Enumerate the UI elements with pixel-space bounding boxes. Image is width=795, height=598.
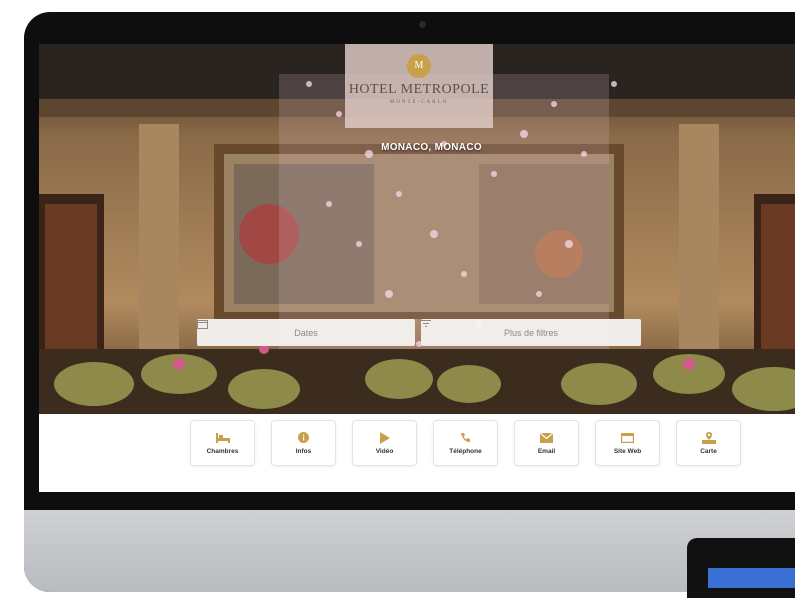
monitor-bezel: M HOTEL METROPOLE MONTE-CARLO MONACO, MO… [24,12,795,592]
more-filters-label: Plus de filtres [503,327,559,338]
map-label: Carte [700,447,717,455]
calendar-icon [197,320,208,329]
video-label: Vidéo [375,447,394,455]
phone-button[interactable]: Téléphone [433,420,498,466]
website-icon [621,432,635,444]
map-icon [701,431,716,444]
bed-icon [215,432,230,444]
secondary-device-screen [708,568,795,588]
email-label: Email [537,447,556,455]
website-label: Site Web [613,447,642,455]
action-bar: Chambres Infos Vidéo Téléphone Email Sit… [190,420,741,466]
info-label: Infos [295,447,312,455]
monitor-chin [24,510,795,592]
info-icon [297,432,311,444]
webcam [419,21,426,28]
hero-image: M HOTEL METROPOLE MONTE-CARLO MONACO, MO… [39,44,795,414]
dates-label: Dates [294,327,318,338]
hotel-logo[interactable]: M HOTEL METROPOLE MONTE-CARLO [345,44,493,128]
hotel-tagline: MONTE-CARLO [389,100,449,105]
hotel-name: HOTEL METROPOLE [348,82,490,97]
website-button[interactable]: Site Web [595,420,660,466]
hotel-logo-mark: M [407,54,431,78]
rooms-button[interactable]: Chambres [190,420,255,466]
video-button[interactable]: Vidéo [352,420,417,466]
phone-label: Téléphone [449,447,482,455]
rooms-label: Chambres [206,447,239,455]
email-icon [540,432,554,444]
info-button[interactable]: Infos [271,420,336,466]
hotel-location: MONACO, MONACO [381,142,482,153]
email-button[interactable]: Email [514,420,579,466]
play-icon [378,431,392,444]
map-button[interactable]: Carte [676,420,741,466]
more-filters-button[interactable]: Plus de filtres [421,319,641,346]
phone-icon [459,432,473,444]
dates-field[interactable]: Dates [197,319,415,346]
filter-icon [421,320,431,327]
